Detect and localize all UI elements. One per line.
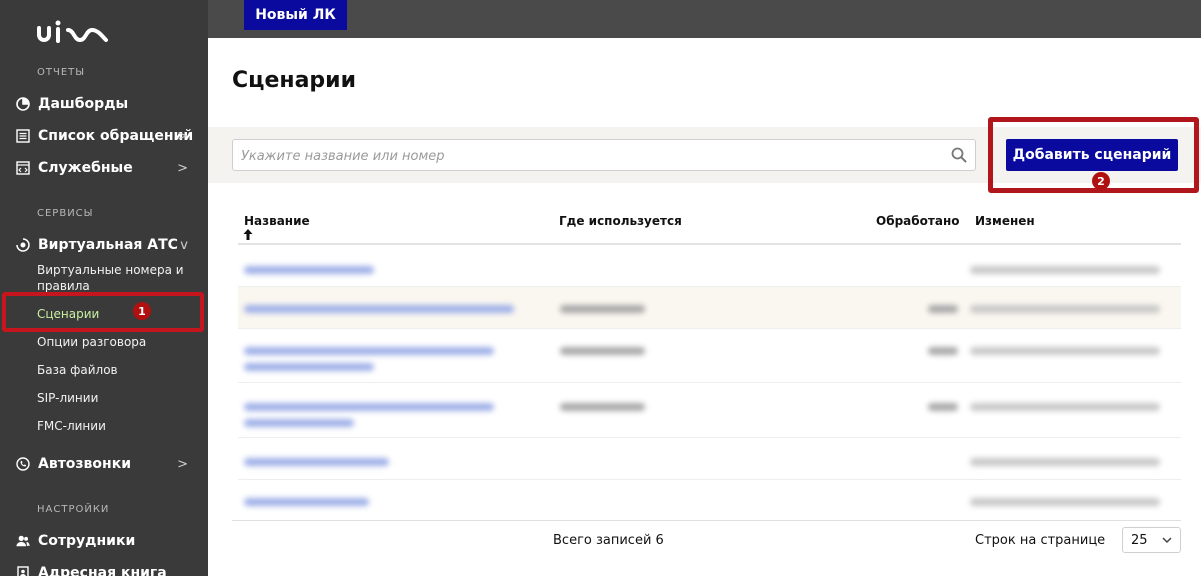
sidebar-item-label: Дашборды [38, 96, 129, 112]
rows-per-page-value: 25 [1131, 532, 1148, 548]
top-bar: Новый ЛК [208, 0, 1201, 38]
sidebar-subitem-fmc[interactable]: FMC-линии [37, 418, 106, 434]
changed-cell [970, 403, 1160, 411]
table-row[interactable] [238, 480, 1181, 512]
add-scenario-button[interactable]: Добавить сценарий [1006, 139, 1178, 171]
list-icon [16, 129, 30, 143]
column-header-processed[interactable]: Обработано [876, 214, 959, 228]
sidebar-subitem-numbers[interactable]: Виртуальные номера и правила [37, 262, 187, 294]
sidebar-subitem-files[interactable]: База файлов [37, 362, 118, 378]
scenario-name-link-line2[interactable] [244, 419, 354, 427]
header-divider [238, 243, 1181, 245]
changed-cell [970, 305, 1160, 313]
highlight-frame-1 [2, 292, 204, 332]
search-field[interactable] [232, 139, 976, 171]
processed-cell [928, 347, 958, 355]
sidebar-item-label: Список обращений [38, 128, 194, 144]
footer-divider [232, 520, 1181, 521]
column-header-changed[interactable]: Изменен [975, 214, 1035, 228]
search-icon[interactable] [951, 147, 967, 168]
rows-per-page-select[interactable]: 25 [1122, 527, 1181, 553]
sidebar-item-autocalls[interactable]: Автозвонки > [0, 449, 208, 479]
pbx-icon [16, 238, 30, 252]
changed-cell [970, 498, 1160, 506]
scenario-name-link-line2[interactable] [244, 363, 374, 371]
scenario-name-link[interactable] [244, 347, 494, 355]
step-badge-2: 2 [1092, 172, 1110, 190]
sidebar-item-dashboards[interactable]: Дашборды [0, 89, 208, 119]
sidebar: ОТЧЕТЫ Дашборды Список обращений > Служе… [0, 0, 208, 576]
chevron-right-icon: > [177, 456, 188, 472]
sidebar-subitem-sip[interactable]: SIP-линии [37, 390, 98, 406]
sidebar-item-label: Сотрудники [38, 533, 136, 549]
processed-cell [928, 403, 958, 411]
column-header-used-in[interactable]: Где используется [559, 214, 682, 228]
chevron-down-icon: v [180, 237, 188, 253]
column-header-name[interactable]: Название [244, 214, 310, 228]
autocall-icon [16, 457, 30, 471]
uis-logo[interactable] [36, 18, 116, 49]
changed-cell [970, 347, 1160, 355]
scenario-name-link[interactable] [244, 266, 374, 274]
sidebar-item-label: Виртуальная АТС [38, 237, 178, 253]
new-lk-button[interactable]: Новый ЛК [244, 0, 347, 30]
sidebar-item-label: Служебные [38, 160, 133, 176]
table-row[interactable] [238, 438, 1181, 480]
address-book-icon [16, 566, 30, 576]
section-services-title: СЕРВИСЫ [37, 208, 94, 219]
table-row[interactable] [238, 329, 1181, 383]
used-in-cell [560, 347, 645, 355]
scenario-name-link[interactable] [244, 305, 514, 313]
used-in-cell [560, 305, 645, 313]
rows-per-page-label: Строк на странице [975, 533, 1106, 548]
scenario-name-link[interactable] [244, 403, 494, 411]
total-records: Всего записей 6 [553, 533, 664, 548]
sidebar-item-requests[interactable]: Список обращений > [0, 121, 208, 151]
scenario-name-link[interactable] [244, 458, 389, 466]
chevron-right-icon: > [177, 128, 188, 144]
sidebar-subitem-scenarios[interactable]: Сценарии [37, 306, 99, 322]
sidebar-item-label: Автозвонки [38, 456, 132, 472]
table-row[interactable] [238, 287, 1181, 329]
processed-cell [928, 305, 958, 313]
chevron-down-icon [1162, 533, 1172, 550]
changed-cell [970, 458, 1160, 466]
sidebar-item-label: Адресная книга [38, 565, 167, 576]
search-input[interactable] [241, 146, 931, 166]
pie-chart-icon [16, 97, 30, 111]
code-window-icon [16, 161, 30, 175]
section-reports-title: ОТЧЕТЫ [37, 67, 86, 78]
chevron-right-icon: > [177, 160, 188, 176]
sidebar-item-employees[interactable]: Сотрудники [0, 526, 208, 556]
sidebar-item-vats[interactable]: Виртуальная АТС v [0, 230, 208, 260]
used-in-cell [560, 403, 645, 411]
table-row[interactable] [238, 250, 1181, 287]
changed-cell [970, 266, 1160, 274]
users-icon [16, 534, 30, 548]
table-row[interactable] [238, 383, 1181, 438]
sidebar-item-service[interactable]: Служебные > [0, 153, 208, 183]
page-title: Сценарии [232, 68, 356, 93]
sidebar-subitem-options[interactable]: Опции разговора [37, 334, 146, 350]
scenario-name-link[interactable] [244, 498, 369, 506]
step-badge-1: 1 [133, 302, 151, 320]
sidebar-item-addressbook[interactable]: Адресная книга [0, 558, 208, 576]
section-settings-title: НАСТРОЙКИ [37, 504, 110, 515]
